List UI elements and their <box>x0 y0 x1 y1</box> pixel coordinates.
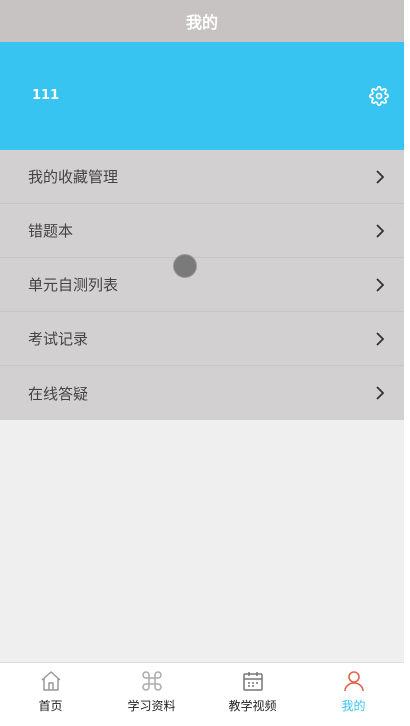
tab-label: 教学视频 <box>228 699 277 713</box>
right-edge-strip <box>404 0 410 726</box>
menu-item-mistake-book[interactable]: 错题本 <box>0 204 404 258</box>
tab-label: 我的 <box>341 699 366 713</box>
chevron-right-icon <box>376 332 385 346</box>
menu-item-favorites[interactable]: 我的收藏管理 <box>0 150 404 204</box>
tab-my[interactable]: 我的 <box>303 663 404 726</box>
touch-indicator <box>173 254 197 278</box>
profile-banner: 111 <box>0 42 404 150</box>
home-icon <box>41 671 60 691</box>
chevron-right-icon <box>376 278 385 292</box>
menu-item-label: 考试记录 <box>28 330 89 348</box>
page-title: 我的 <box>185 13 218 32</box>
menu-item-label: 我的收藏管理 <box>28 168 119 186</box>
tab-study-materials[interactable]: 学习资料 <box>101 663 202 726</box>
menu-item-unit-tests[interactable]: 单元自测列表 <box>0 258 404 312</box>
command-icon <box>141 671 162 691</box>
chevron-right-icon <box>376 386 385 400</box>
chevron-right-icon <box>376 224 385 238</box>
chevron-right-icon <box>376 170 385 184</box>
tab-home[interactable]: 首页 <box>0 663 101 726</box>
title-bar: 我的 <box>0 0 404 42</box>
tab-teaching-videos[interactable]: 教学视频 <box>202 663 303 726</box>
tab-label: 学习资料 <box>127 699 176 713</box>
person-icon <box>343 671 364 692</box>
profile-name[interactable]: 111 <box>32 88 59 103</box>
menu-item-exam-records[interactable]: 考试记录 <box>0 312 404 366</box>
profile-menu: 我的收藏管理 错题本 单元自测列表 考试记录 在线答疑 <box>0 150 404 420</box>
menu-item-online-qa[interactable]: 在线答疑 <box>0 366 404 420</box>
menu-item-label: 错题本 <box>28 222 74 240</box>
gear-icon[interactable] <box>369 86 389 106</box>
menu-item-label: 在线答疑 <box>28 384 89 403</box>
menu-item-label: 单元自测列表 <box>28 276 119 294</box>
tab-label: 首页 <box>38 699 63 713</box>
calendar-icon <box>242 672 263 691</box>
bottom-tab-bar: 首页 学习资料 教学视频 我的 <box>0 662 404 726</box>
